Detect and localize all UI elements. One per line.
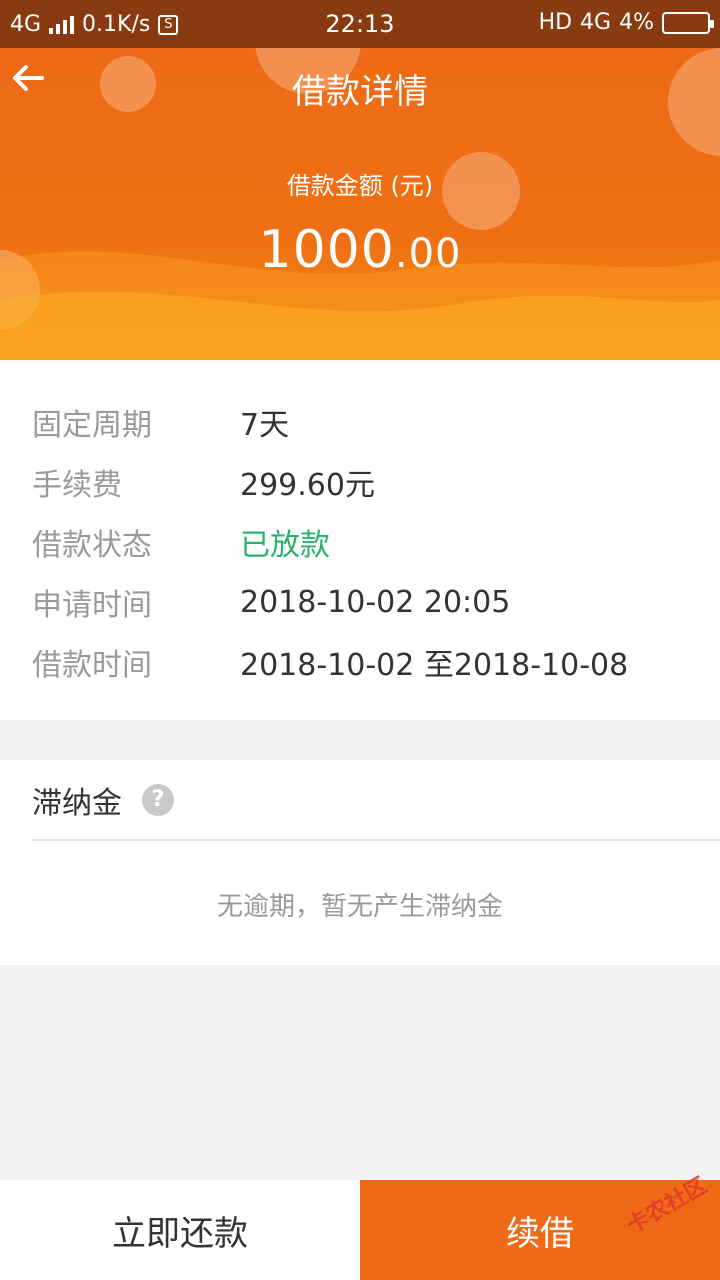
battery-icon <box>662 11 714 34</box>
repay-now-button[interactable]: 立即还款 <box>0 1180 360 1280</box>
status-value: 已放款 <box>240 528 330 563</box>
status-right: HD 4G 4% <box>538 10 714 35</box>
amount-decimal: .00 <box>394 231 462 277</box>
detail-row-fee: 手续费 299.60元 <box>32 462 375 503</box>
status-bar: 4G 0.1K/s S 22:13 HD 4G 4% <box>0 0 720 48</box>
late-fee-empty-text: 无逾期，暂无产生滞纳金 <box>216 892 503 922</box>
network-type-2: 4G <box>580 10 612 35</box>
detail-row-period: 固定周期 7天 <box>32 402 290 443</box>
detail-key: 借款时间 <box>32 648 152 683</box>
divider <box>32 839 720 841</box>
loan-amount: 1000.00 <box>0 220 720 280</box>
detail-value: 299.60元 <box>240 468 375 503</box>
amount-label: 借款金额 (元) <box>286 172 434 200</box>
detail-value: 7天 <box>240 408 290 443</box>
detail-row-apply-time: 申请时间 2018-10-02 20:05 <box>32 582 511 624</box>
detail-row-status: 借款状态 已放款 <box>32 522 330 563</box>
loan-header: 借款详情 借款金额 (元) 1000.00 <box>0 48 720 360</box>
bottom-action-bar: 立即还款 续借 <box>0 1180 720 1280</box>
detail-key: 固定周期 <box>32 408 152 443</box>
detail-key: 借款状态 <box>32 528 152 563</box>
question-icon[interactable]: ? <box>142 784 174 816</box>
detail-value: 2018-10-02 至2018-10-08 <box>240 648 629 683</box>
screen: 4G 0.1K/s S 22:13 HD 4G 4% 借款详情 借款金额 (元)… <box>0 0 720 1280</box>
loan-details: 固定周期 7天 手续费 299.60元 借款状态 已放款 申请时间 2018-1… <box>0 360 720 720</box>
late-fee-header: 滞纳金 ? <box>32 780 174 821</box>
amount-integer: 1000 <box>258 220 395 280</box>
detail-key: 申请时间 <box>32 588 152 623</box>
page-title: 借款详情 <box>292 72 428 112</box>
late-fee-section: 滞纳金 ? 无逾期，暂无产生滞纳金 <box>0 760 720 965</box>
late-fee-title: 滞纳金 <box>32 786 122 821</box>
detail-key: 手续费 <box>32 468 122 503</box>
hd-indicator: HD <box>538 10 573 35</box>
battery-percent: 4% <box>619 10 654 35</box>
detail-value: 2018-10-02 20:05 <box>240 584 511 620</box>
detail-row-loan-time: 借款时间 2018-10-02 至2018-10-08 <box>32 642 629 683</box>
